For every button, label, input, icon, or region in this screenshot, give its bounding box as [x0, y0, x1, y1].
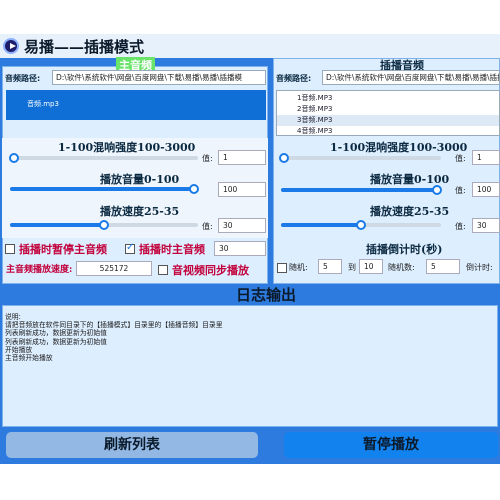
main-path-field[interactable]: D:\软件\系统软件\网盘\百度网盘\下载\易播\易播\插播模 [52, 70, 266, 85]
main-volume-value[interactable]: 100 [218, 182, 266, 197]
main-speed-label: 播放速度25-35 [100, 205, 180, 218]
main-during-value[interactable]: 30 [214, 241, 266, 256]
insert-reverb-value[interactable]: 1 [472, 150, 500, 165]
insert-speed-value[interactable]: 30 [472, 218, 500, 233]
main-reverb-value-label: 值: [202, 154, 213, 163]
main-reverb-value[interactable]: 1 [218, 150, 266, 165]
pause-main-label: 插播时暂停主音频 [19, 243, 107, 256]
pause-main-checkbox[interactable] [5, 244, 15, 254]
insert-volume-value[interactable]: 100 [472, 182, 500, 197]
log-line: 开始播放 [5, 345, 33, 354]
insert-reverb-slider[interactable] [279, 153, 441, 163]
insert-speed-label: 播放速度25-35 [370, 205, 450, 218]
main-volume-slider[interactable] [10, 184, 199, 194]
insert-speed-value-label: 值: [455, 222, 466, 231]
panel-divider [270, 58, 272, 284]
insert-reverb-value-label: 值: [455, 154, 466, 163]
sync-checkbox[interactable] [158, 265, 168, 275]
insert-volume-slider[interactable] [281, 185, 442, 195]
random-count-label: 随机数: [388, 263, 415, 272]
pause-playback-button[interactable]: 暂停播放 [284, 432, 498, 458]
main-path-label: 音频路径: [5, 74, 41, 83]
insert-path-label: 音频路径: [276, 74, 312, 83]
main-reverb-slider[interactable] [8, 153, 198, 163]
log-line: 列表刷新成功，数据更新为初始值 [5, 329, 107, 338]
log-header: 日志输出 [236, 286, 297, 304]
countdown-header: 插播倒计时(秒) [366, 243, 443, 256]
log-line: 说明: [5, 313, 21, 321]
main-speed-value[interactable]: 30 [218, 218, 266, 233]
main-during-label: 插播时主音频 [139, 243, 205, 256]
random-to-field[interactable]: 10 [359, 259, 383, 274]
log-line: 主音频开始播放 [5, 354, 53, 363]
list-item[interactable]: 音频.mp3 [7, 91, 265, 117]
refresh-list-button[interactable]: 刷新列表 [6, 432, 258, 458]
insert-reverb-label: 1-100混响强度100-3000 [330, 141, 468, 154]
insert-audio-list[interactable]: 1音频.MP3 2音频.MP3 3音频.MP3 4音频.MP3 [276, 90, 500, 136]
random-label: 随机: [289, 263, 308, 272]
main-volume-label: 播放音量0-100 [100, 173, 180, 186]
log-text: 说明: 请把音频放在软件同目录下的【插播模式】目录里的【插播音频】目录里 列表刷新成… [5, 313, 223, 362]
main-reverb-knob[interactable] [8, 153, 19, 163]
window-title: 易播——插播模式 [24, 38, 145, 56]
main-speed-value-label: 值: [202, 222, 213, 231]
random-count-field[interactable]: 5 [426, 259, 460, 274]
list-item[interactable]: 4音频.MP3 [277, 126, 499, 137]
insert-speed-knob[interactable] [356, 220, 366, 230]
app-play-icon [3, 38, 19, 54]
random-checkbox[interactable] [277, 263, 287, 273]
main-audio-list[interactable]: 音频.mp3 [6, 90, 266, 120]
sync-label: 音视频同步播放 [172, 264, 249, 277]
main-volume-knob[interactable] [189, 184, 199, 194]
main-speed-knob[interactable] [99, 220, 109, 230]
main-reverb-label: 1-100混响强度100-3000 [58, 141, 196, 154]
random-from-field[interactable]: 5 [318, 259, 342, 274]
main-speed-readout-label: 主音频播放速度: [6, 265, 73, 275]
log-line: 列表刷新成功，数据更新为初始值 [5, 337, 107, 346]
countdown-label: 倒计时: [466, 263, 493, 272]
list-item[interactable]: 2音频.MP3 [277, 104, 499, 115]
insert-volume-knob[interactable] [432, 185, 442, 195]
list-item[interactable]: 1音频.MP3 [277, 93, 499, 104]
main-speed-slider[interactable] [10, 220, 198, 230]
insert-speed-slider[interactable] [281, 220, 441, 230]
main-speed-readout: 525172 [76, 261, 152, 276]
list-item-selected[interactable]: 3音频.MP3 [277, 115, 499, 126]
insert-path-field[interactable]: D:\软件\系统软件\网盘\百度网盘\下载\易播\易播\插播模 [322, 70, 500, 85]
random-to-label: 到 [348, 263, 356, 272]
main-during-checkbox[interactable] [125, 242, 135, 254]
insert-volume-value-label: 值: [455, 186, 466, 195]
